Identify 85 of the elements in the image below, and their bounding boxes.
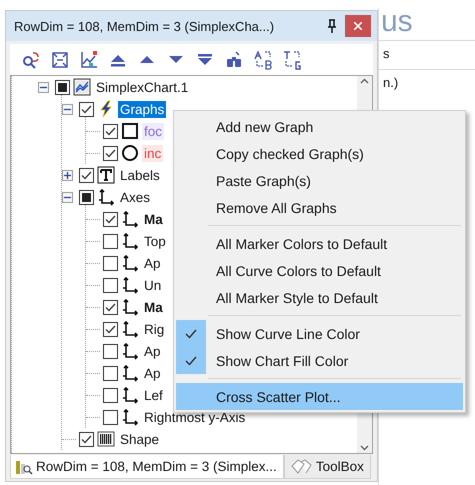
move-down-icon (169, 56, 183, 63)
checkbox[interactable] (79, 168, 94, 182)
scroll-up-icon[interactable] (360, 78, 369, 84)
pin-icon[interactable] (327, 19, 337, 33)
toolbox-icon (288, 458, 313, 476)
checkbox[interactable] (79, 432, 94, 446)
check-icon (185, 356, 197, 366)
close-icon (354, 22, 362, 30)
axis-icon (121, 364, 139, 382)
square-marker-icon (121, 122, 139, 140)
text-icon (97, 166, 115, 184)
tree-item[interactable]: Top (142, 232, 168, 250)
tree-item[interactable]: Ap (142, 364, 163, 382)
menu-item[interactable]: All Marker Colors to Default (176, 230, 463, 257)
panel-title: RowDim = 108, MemDim = 3 (SimplexCha...) (14, 18, 276, 34)
tree-item[interactable]: Ma (142, 298, 165, 316)
axis-icon (97, 188, 115, 206)
close-button[interactable] (345, 15, 371, 37)
tree-item[interactable]: Un (142, 276, 164, 294)
tree-item[interactable]: Rig (142, 320, 166, 338)
tree-item[interactable]: Ma (142, 210, 165, 228)
tree-item[interactable]: Shape (118, 430, 162, 448)
check-icon (185, 328, 197, 338)
rename-icon (253, 50, 273, 70)
tree-item[interactable]: Lef (142, 386, 165, 404)
circle-marker-icon (121, 144, 139, 162)
chart-icon (73, 78, 91, 96)
rename-icon (282, 50, 302, 70)
panel-tab[interactable]: RowDim = 108, MemDim = 3 (Simplex... (10, 455, 284, 479)
table-cell: n.) (383, 74, 398, 90)
move-up-icon (140, 56, 154, 63)
tree-item[interactable]: Axes (118, 188, 152, 206)
menu-item[interactable]: Show Chart Fill Color (176, 347, 463, 374)
expand-icon[interactable] (62, 170, 73, 180)
panel-tab[interactable]: ToolBox (284, 455, 371, 479)
menu-item[interactable]: All Curve Colors to Default (176, 257, 463, 284)
axis-icon (121, 342, 139, 360)
menu-item[interactable]: Cross Scatter Plot... (176, 383, 463, 410)
axis-icon (121, 276, 139, 294)
axis-icon (121, 254, 139, 272)
barcode-icon (97, 430, 115, 448)
axis-icon (121, 232, 139, 250)
tree-item[interactable]: Ap (142, 342, 163, 360)
checkbox[interactable] (103, 146, 118, 160)
axis-icon (121, 408, 139, 426)
fit-frame-icon (50, 50, 70, 70)
menu-item[interactable]: Remove All Graphs (176, 194, 463, 221)
collapse-icon[interactable] (62, 104, 73, 114)
table-cell: s (383, 46, 390, 60)
tree-item[interactable]: Ap (142, 254, 163, 272)
checkbox[interactable] (103, 278, 118, 292)
checkbox[interactable] (103, 256, 118, 270)
tree-item[interactable]: SimplexChart.1 (94, 78, 190, 96)
checkbox[interactable] (103, 322, 118, 336)
page-heading: us (380, 8, 414, 36)
checkbox[interactable] (103, 388, 118, 402)
axis-icon (121, 298, 139, 316)
collapse-icon[interactable] (38, 82, 49, 92)
line-chart-icon (79, 50, 99, 70)
checkbox[interactable] (103, 234, 118, 248)
checkbox[interactable] (79, 190, 94, 204)
axis-icon (121, 210, 139, 228)
axis-icon (121, 320, 139, 338)
menu-item[interactable]: All Marker Style to Default (176, 284, 463, 311)
menu-item[interactable]: Show Curve Line Color (176, 320, 463, 347)
search-refresh-icon (21, 50, 41, 70)
checkbox[interactable] (103, 300, 118, 314)
checkbox[interactable] (55, 80, 70, 94)
checkbox[interactable] (103, 366, 118, 380)
menu-item[interactable]: Add new Graph (176, 113, 463, 140)
checkbox[interactable] (103, 124, 118, 138)
tree-item[interactable]: Labels (118, 166, 162, 184)
toolbar-button[interactable] (281, 48, 303, 70)
scroll-down-icon[interactable] (360, 445, 369, 451)
checkbox[interactable] (103, 212, 118, 226)
collapse-icon[interactable] (62, 192, 73, 202)
checkbox[interactable] (103, 410, 118, 424)
tree-item[interactable]: Graphs (118, 100, 166, 118)
axis-icon (121, 386, 139, 404)
tree-item[interactable]: Rightmost y-Axis (142, 408, 248, 426)
checkbox[interactable] (79, 102, 94, 116)
menu-item[interactable]: Copy checked Graph(s) (176, 140, 463, 167)
toolbar-button[interactable] (252, 48, 274, 70)
menu-item[interactable]: Paste Graph(s) (176, 167, 463, 194)
checkbox[interactable] (103, 344, 118, 358)
